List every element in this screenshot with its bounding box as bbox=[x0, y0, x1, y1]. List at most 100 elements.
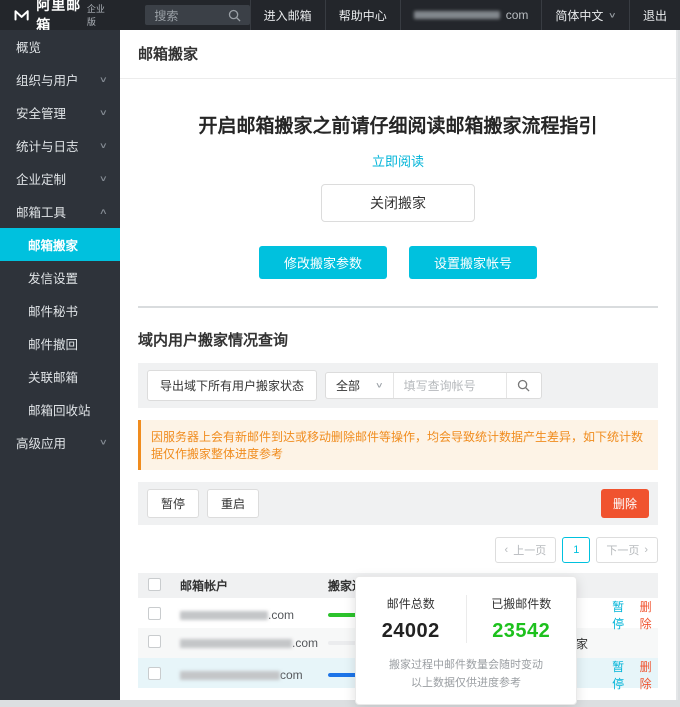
modify-migration-params-button[interactable]: 修改搬家参数 bbox=[258, 246, 387, 279]
sidebar-item-概览[interactable]: 概览 bbox=[0, 30, 120, 63]
sidebar-item-label: 组织与用户 bbox=[16, 74, 79, 88]
redacted-email bbox=[180, 611, 268, 621]
search-placeholder: 搜索 bbox=[154, 8, 179, 23]
sidebar-item-关联邮箱[interactable]: 关联邮箱 bbox=[0, 360, 120, 393]
sidebar-item-高级应用[interactable]: 高级应用 ∨ bbox=[0, 426, 120, 459]
row-checkbox[interactable] bbox=[148, 607, 161, 620]
chevron-down-icon: ∨ bbox=[99, 173, 109, 183]
filter-dropdown-value: 全部 bbox=[336, 379, 361, 393]
pause-button[interactable]: 暂停 bbox=[147, 489, 200, 518]
prev-page-button[interactable]: ‹ 上一页 bbox=[494, 537, 557, 563]
sidebar-item-label: 邮箱回收站 bbox=[28, 404, 91, 418]
bulk-actions-bar: 暂停 重启 删除 bbox=[138, 482, 658, 525]
sidebar-item-邮箱工具[interactable]: 邮箱工具 ∧ bbox=[0, 195, 120, 228]
sidebar-item-label: 概览 bbox=[16, 41, 42, 55]
account-cell: .com bbox=[180, 636, 328, 650]
topbar-actions: 进入邮箱 帮助中心 com 简体中文 ∨ 退出 bbox=[249, 0, 680, 30]
migration-intro-section: 开启邮箱搬家之前请仔细阅读邮箱搬家流程指引 立即阅读 关闭搬家 修改搬家参数 设… bbox=[120, 79, 676, 279]
sidebar-item-邮箱回收站[interactable]: 邮箱回收站 bbox=[0, 393, 120, 426]
export-status-button[interactable]: 导出域下所有用户搬家状态 bbox=[147, 370, 318, 401]
query-search-button[interactable] bbox=[505, 373, 541, 398]
account-cell: com bbox=[180, 668, 328, 682]
brand-logo: 阿里邮箱 企业版 bbox=[0, 0, 107, 33]
pause-link[interactable]: 暂停 bbox=[612, 658, 630, 692]
sidebar-nav: 概览 组织与用户 ∨ 安全管理 ∨ 统计与日志 ∨ 企业定制 ∨ 邮箱工具 ∧ 邮箱搬家 发信设置 邮件秘… bbox=[0, 30, 120, 700]
set-migration-account-button[interactable]: 设置搬家帐号 bbox=[409, 246, 538, 279]
account-search-group: 全部 ∨ bbox=[325, 372, 542, 399]
current-page-button[interactable]: 1 bbox=[562, 537, 591, 563]
sidebar-item-统计与日志[interactable]: 统计与日志 ∨ bbox=[0, 129, 120, 162]
search-icon bbox=[517, 379, 530, 392]
mail-m-logo-icon bbox=[14, 10, 29, 21]
statistics-warning-banner: 因服务器上会有新邮件到达或移动删除邮件等操作，均会导致统计数据产生差异，如下统计… bbox=[138, 420, 658, 470]
logout-button[interactable]: 退出 bbox=[628, 0, 680, 30]
pause-link[interactable]: 暂停 bbox=[612, 598, 630, 632]
main-content: 邮箱搬家 开启邮箱搬家之前请仔细阅读邮箱搬家流程指引 立即阅读 关闭搬家 修改搬… bbox=[120, 30, 678, 706]
account-cell: .com bbox=[180, 608, 328, 622]
chevron-down-icon: ∨ bbox=[608, 10, 617, 19]
total-mail-value: 24002 bbox=[381, 620, 440, 642]
search-icon bbox=[228, 9, 241, 22]
brand-edition-badge: 企业版 bbox=[86, 4, 105, 27]
chevron-up-icon: ∧ bbox=[99, 206, 109, 216]
redacted-email bbox=[180, 671, 280, 681]
redacted-email bbox=[180, 639, 292, 649]
column-header-account: 邮箱帐户 bbox=[180, 579, 229, 593]
sidebar-item-组织与用户[interactable]: 组织与用户 ∨ bbox=[0, 63, 120, 96]
total-mail-stat: 邮件总数 24002 bbox=[356, 595, 466, 643]
popup-note: 搬家过程中邮件数量会随时变动 以上数据仅供进度参考 bbox=[389, 659, 543, 690]
prev-arrow-icon: ‹ bbox=[504, 544, 509, 556]
popup-stats: 邮件总数 24002 已搬邮件数 23542 bbox=[356, 595, 576, 643]
sidebar-item-label: 邮件秘书 bbox=[28, 305, 79, 319]
sidebar-item-label: 关联邮箱 bbox=[28, 371, 79, 385]
filter-dropdown[interactable]: 全部 ∨ bbox=[326, 373, 394, 398]
sidebar-item-安全管理[interactable]: 安全管理 ∨ bbox=[0, 96, 120, 129]
page-title: 邮箱搬家 bbox=[120, 30, 676, 79]
pagination: ‹ 上一页 1 下一页 › bbox=[138, 537, 658, 563]
next-page-button[interactable]: 下一页 › bbox=[596, 537, 658, 563]
read-now-link[interactable]: 立即阅读 bbox=[372, 151, 424, 170]
sidebar-item-企业定制[interactable]: 企业定制 ∨ bbox=[0, 162, 120, 195]
intro-heading: 开启邮箱搬家之前请仔细阅读邮箱搬家流程指引 bbox=[198, 116, 598, 137]
app-window: 阿里邮箱 企业版 搜索 进入邮箱 帮助中心 com 简体中文 ∨ 退出 概览组织… bbox=[0, 0, 680, 707]
sidebar-item-label: 安全管理 bbox=[16, 107, 67, 121]
chevron-down-icon: ∨ bbox=[99, 74, 109, 84]
sidebar-item-邮件撤回[interactable]: 邮件撤回 bbox=[0, 327, 120, 360]
help-center-button[interactable]: 帮助中心 bbox=[324, 0, 400, 30]
section-divider bbox=[138, 306, 658, 308]
topbar: 阿里邮箱 企业版 搜索 进入邮箱 帮助中心 com 简体中文 ∨ 退出 bbox=[0, 0, 680, 33]
sidebar-item-发信设置[interactable]: 发信设置 bbox=[0, 261, 120, 294]
restart-button[interactable]: 重启 bbox=[207, 489, 260, 518]
sidebar-item-label: 企业定制 bbox=[16, 173, 67, 187]
moved-mail-label: 已搬邮件数 bbox=[491, 597, 552, 611]
next-arrow-icon: › bbox=[644, 544, 648, 556]
query-toolbar: 导出域下所有用户搬家状态 全部 ∨ bbox=[138, 363, 658, 408]
delete-link[interactable]: 删除 bbox=[640, 658, 658, 692]
redacted-account-email bbox=[413, 11, 500, 19]
sidebar-item-邮件秘书[interactable]: 邮件秘书 bbox=[0, 294, 120, 327]
topbar-search[interactable]: 搜索 bbox=[145, 5, 250, 25]
sidebar-item-label: 统计与日志 bbox=[16, 140, 79, 154]
account-email: com bbox=[399, 0, 542, 30]
sidebar-item-label: 邮箱工具 bbox=[16, 206, 67, 220]
mail-count-popup: 邮件总数 24002 已搬邮件数 23542 搬家过程中邮件数量会随时变动 以上… bbox=[355, 576, 577, 706]
row-checkbox[interactable] bbox=[148, 667, 161, 680]
sidebar-item-label: 发信设置 bbox=[28, 272, 79, 286]
query-section-title: 域内用户搬家情况查询 bbox=[138, 332, 289, 349]
delete-button[interactable]: 删除 bbox=[600, 489, 649, 518]
intro-button-row: 修改搬家参数 设置搬家帐号 bbox=[120, 246, 676, 279]
moved-mail-stat: 已搬邮件数 23542 bbox=[465, 595, 577, 643]
chevron-down-icon: ∨ bbox=[99, 107, 109, 117]
row-checkbox[interactable] bbox=[148, 635, 161, 648]
enter-mailbox-button[interactable]: 进入邮箱 bbox=[249, 0, 325, 30]
delete-link[interactable]: 删除 bbox=[640, 598, 658, 632]
query-account-input[interactable] bbox=[393, 373, 506, 398]
sidebar-item-邮箱搬家[interactable]: 邮箱搬家 bbox=[0, 228, 120, 261]
moved-mail-value: 23542 bbox=[492, 620, 551, 642]
chevron-down-icon: ∨ bbox=[99, 437, 109, 447]
chevron-down-icon: ∨ bbox=[375, 380, 384, 390]
select-all-checkbox[interactable] bbox=[148, 577, 161, 591]
language-selector[interactable]: 简体中文 ∨ bbox=[541, 0, 629, 30]
total-mail-label: 邮件总数 bbox=[386, 597, 435, 611]
close-migration-button[interactable]: 关闭搬家 bbox=[321, 184, 475, 222]
